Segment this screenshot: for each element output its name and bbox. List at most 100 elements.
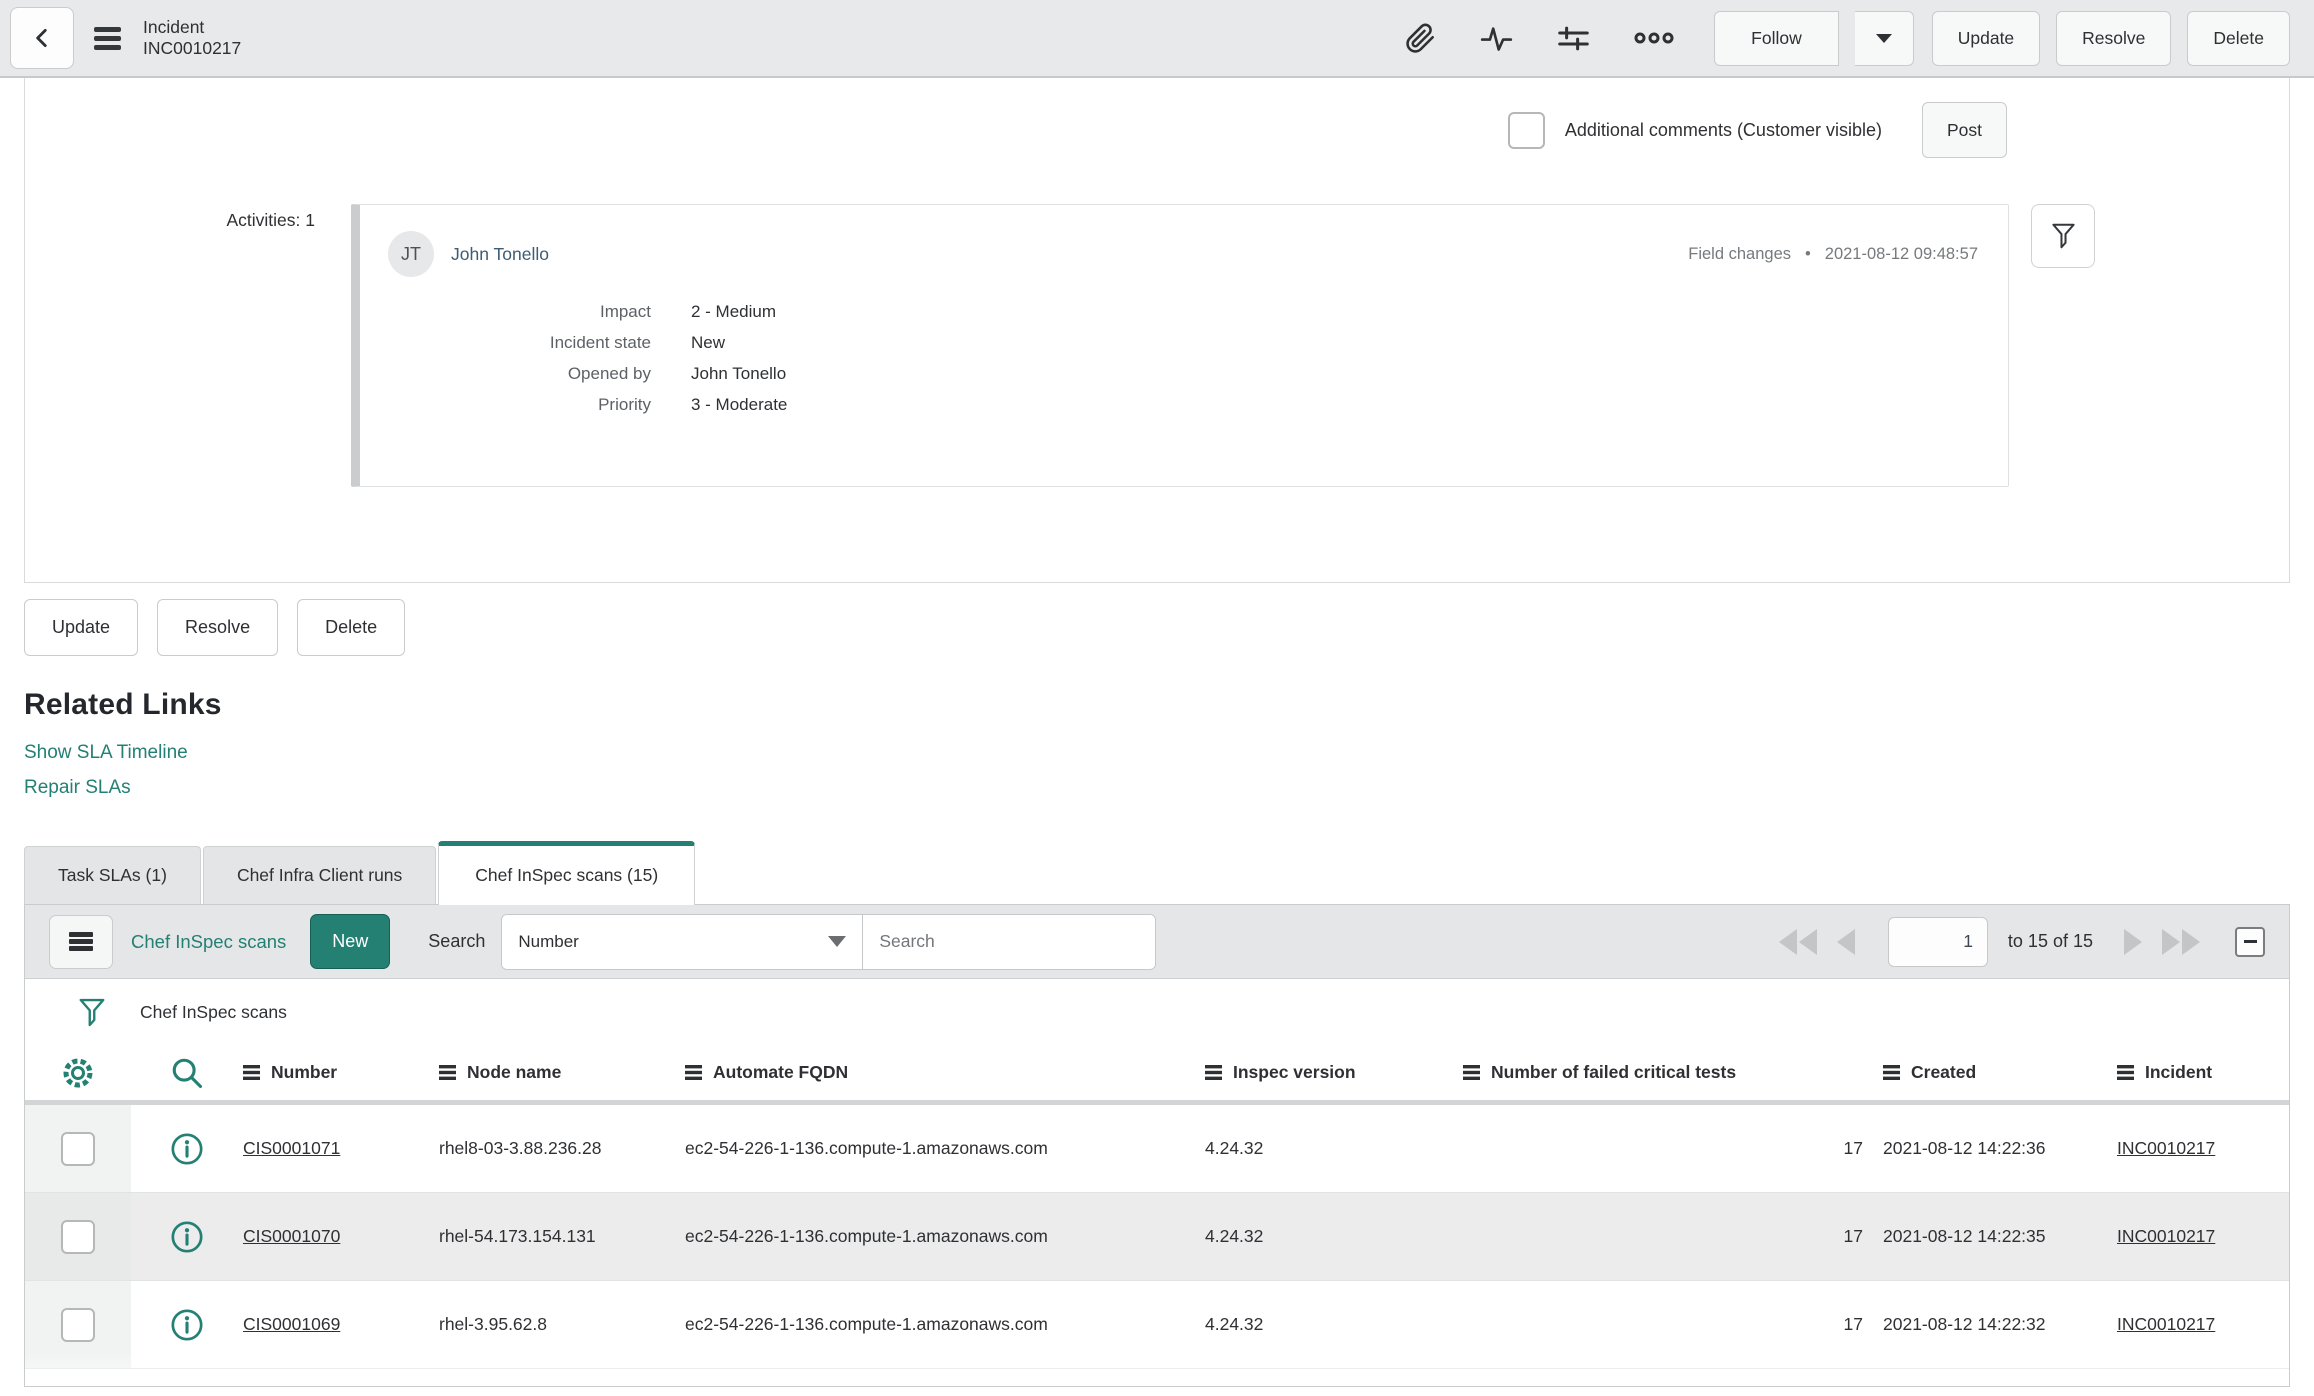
field-value: 2 - Medium: [691, 302, 777, 321]
back-button[interactable]: [10, 7, 74, 69]
record-type-label: Incident: [143, 16, 205, 37]
list-breadcrumb[interactable]: Chef InSpec scans: [140, 1002, 287, 1023]
repair-slas-link[interactable]: Repair SLAs: [24, 777, 131, 799]
field-value: 3 - Moderate: [691, 395, 788, 414]
update-button-header[interactable]: Update: [1931, 10, 2041, 66]
column-menu-icon: [685, 1065, 702, 1080]
delete-button-header[interactable]: Delete: [2187, 10, 2290, 66]
delete-button[interactable]: Delete: [297, 599, 406, 656]
update-button[interactable]: Update: [24, 599, 139, 656]
column-header-created[interactable]: Created: [1883, 1062, 2117, 1083]
follow-button[interactable]: Follow: [1714, 10, 1839, 66]
next-page-button[interactable]: [2122, 928, 2142, 955]
failed-critical-tests-cell: 17: [1843, 1138, 1863, 1158]
activity-filter-button[interactable]: [2031, 204, 2095, 268]
column-header-inspec-version[interactable]: Inspec version: [1205, 1062, 1463, 1083]
related-lists-tabs: Task SLAs (1) Chef Infra Client runs Che…: [24, 841, 2290, 905]
info-icon[interactable]: [131, 1193, 243, 1280]
chef-inspec-scans-list: Chef InSpec scans New Search Number to 1…: [24, 904, 2290, 1387]
last-page-button[interactable]: [2160, 928, 2200, 955]
inspec-version-cell: 4.24.32: [1205, 1226, 1264, 1246]
automate-fqdn-cell: ec2-54-226-1-136.compute-1.amazonaws.com: [685, 1138, 1048, 1158]
field-label: Opened by: [567, 364, 651, 383]
incident-form-section: Additional comments (Customer visible) P…: [24, 78, 2290, 583]
field-label: Priority: [598, 395, 651, 414]
chevron-down-icon: [1875, 33, 1892, 43]
show-sla-timeline-link[interactable]: Show SLA Timeline: [24, 742, 188, 764]
column-header-failed-critical-tests[interactable]: Number of failed critical tests: [1463, 1062, 1883, 1083]
info-icon[interactable]: [131, 1105, 243, 1192]
failed-critical-tests-cell: 17: [1843, 1226, 1863, 1246]
search-field-select[interactable]: Number: [502, 914, 863, 969]
field-label: Impact: [599, 302, 651, 321]
follow-dropdown-button[interactable]: [1854, 10, 1914, 66]
automate-fqdn-cell: ec2-54-226-1-136.compute-1.amazonaws.com: [685, 1226, 1048, 1246]
column-header-node-name[interactable]: Node name: [439, 1062, 685, 1083]
additional-comments-checkbox[interactable]: [1507, 111, 1545, 149]
table-row: CIS0001071 rhel8-03-3.88.236.28 ec2-54-2…: [25, 1105, 2289, 1193]
field-label: Incident state: [549, 333, 651, 352]
column-header-incident[interactable]: Incident: [2117, 1062, 2289, 1083]
info-icon[interactable]: [131, 1281, 243, 1368]
column-menu-icon: [243, 1065, 260, 1080]
column-menu-icon: [439, 1065, 456, 1080]
row-checkbox[interactable]: [61, 1131, 95, 1166]
chevron-left-icon: [29, 25, 55, 51]
scan-number-link[interactable]: CIS0001071: [243, 1138, 340, 1158]
record-title: Incident INC0010217: [143, 17, 241, 60]
search-input[interactable]: [862, 914, 1156, 969]
failed-critical-tests-cell: 17: [1843, 1314, 1863, 1334]
incident-header-bar: Incident INC0010217 Follow Update Resolv…: [0, 0, 2314, 78]
activity-user-name: John Tonello: [451, 243, 549, 264]
chevron-down-icon: [828, 936, 847, 947]
created-cell: 2021-08-12 14:22:32: [1883, 1314, 2046, 1334]
funnel-icon: [2050, 221, 2077, 251]
more-options-icon[interactable]: [1634, 31, 1674, 45]
new-record-button[interactable]: New: [310, 914, 391, 969]
incident-link[interactable]: INC0010217: [2117, 1138, 2215, 1158]
list-menu-button[interactable]: [49, 914, 113, 969]
list-title-link[interactable]: Chef InSpec scans: [131, 931, 286, 953]
minus-icon: [2243, 940, 2257, 943]
list-settings-gear-icon[interactable]: [25, 1045, 131, 1100]
pagination-range-label: to 15 of 15: [2007, 931, 2093, 951]
resolve-button-header[interactable]: Resolve: [2056, 10, 2172, 66]
column-header-automate-fqdn[interactable]: Automate FQDN: [685, 1062, 1205, 1083]
list-filter-funnel-icon[interactable]: [77, 996, 107, 1029]
activities-count-label: Activities: 1: [226, 210, 316, 230]
activity-meta-type: Field changes: [1688, 244, 1791, 263]
personalize-sliders-icon[interactable]: [1557, 22, 1590, 55]
previous-page-button[interactable]: [1836, 928, 1857, 955]
post-button[interactable]: Post: [1921, 102, 2007, 158]
scan-number-link[interactable]: CIS0001069: [243, 1314, 340, 1334]
activity-meta-separator: •: [1805, 244, 1811, 263]
tab-task-slas[interactable]: Task SLAs (1): [24, 846, 201, 904]
row-checkbox[interactable]: [61, 1307, 95, 1342]
node-name-cell: rhel-3.95.62.8: [439, 1314, 547, 1334]
column-menu-icon: [1205, 1065, 1222, 1080]
context-menu-icon[interactable]: [94, 23, 121, 54]
first-page-button[interactable]: [1778, 928, 1819, 955]
activity-stream-icon[interactable]: [1480, 22, 1513, 55]
column-menu-icon: [1463, 1065, 1480, 1080]
scan-number-link[interactable]: CIS0001070: [243, 1226, 340, 1246]
table-row: CIS0001069 rhel-3.95.62.8 ec2-54-226-1-1…: [25, 1281, 2289, 1369]
attachment-paperclip-icon[interactable]: [1405, 23, 1436, 54]
tab-chef-inspec-scans[interactable]: Chef InSpec scans (15): [438, 841, 696, 905]
collapse-list-button[interactable]: [2235, 926, 2265, 957]
column-menu-icon: [1883, 1065, 1900, 1080]
resolve-button[interactable]: Resolve: [157, 599, 279, 656]
incident-link[interactable]: INC0010217: [2117, 1226, 2215, 1246]
page-number-input[interactable]: [1887, 916, 1988, 967]
tab-chef-infra-client-runs[interactable]: Chef Infra Client runs: [202, 846, 437, 904]
column-header-number[interactable]: Number: [243, 1062, 439, 1083]
row-checkbox[interactable]: [61, 1219, 95, 1254]
inspec-version-cell: 4.24.32: [1205, 1314, 1264, 1334]
search-label: Search: [428, 931, 486, 951]
incident-link[interactable]: INC0010217: [2117, 1314, 2215, 1334]
list-search-magnifier-icon[interactable]: [131, 1045, 243, 1100]
field-value: New: [691, 333, 726, 352]
related-links-heading: Related Links: [24, 688, 222, 721]
automate-fqdn-cell: ec2-54-226-1-136.compute-1.amazonaws.com: [685, 1314, 1048, 1334]
table-row: CIS0001070 rhel-54.173.154.131 ec2-54-22…: [25, 1193, 2289, 1281]
